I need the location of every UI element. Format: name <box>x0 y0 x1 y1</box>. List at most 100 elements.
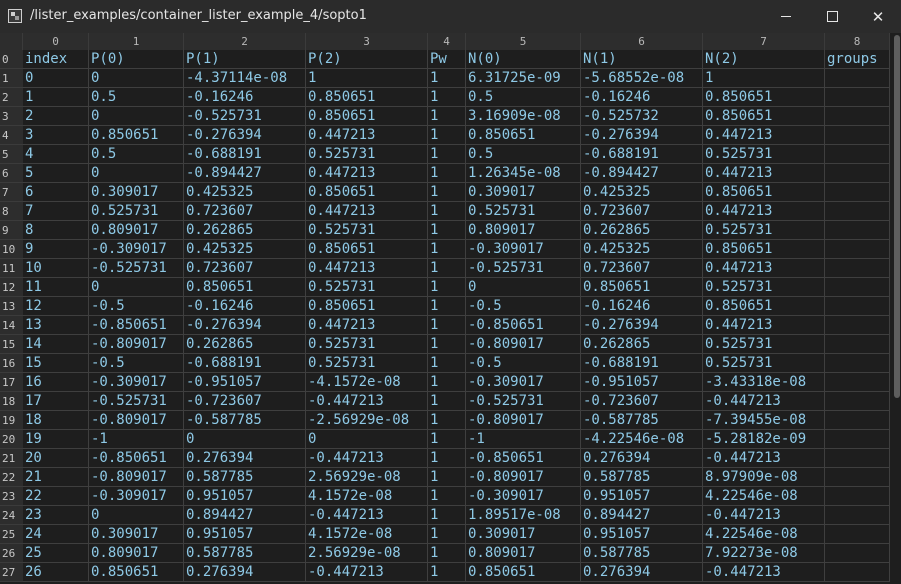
table-cell[interactable]: 0.587785 <box>581 468 703 487</box>
table-cell[interactable]: -0.309017 <box>466 240 581 259</box>
table-cell[interactable]: 0.850651 <box>184 278 306 297</box>
row-header[interactable]: 13 <box>0 297 23 316</box>
table-cell[interactable]: 0.850651 <box>703 88 825 107</box>
table-cell[interactable]: 0.850651 <box>703 297 825 316</box>
row-header[interactable]: 27 <box>0 563 23 582</box>
table-cell[interactable] <box>825 183 890 202</box>
table-cell[interactable]: 0.525731 <box>703 335 825 354</box>
table-cell[interactable]: 5 <box>23 164 89 183</box>
table-cell[interactable]: 1 <box>428 392 466 411</box>
table-cell[interactable]: 16 <box>23 373 89 392</box>
row-header[interactable]: 24 <box>0 506 23 525</box>
table-cell[interactable]: -7.39455e-08 <box>703 411 825 430</box>
table-cell[interactable]: -0.447213 <box>306 506 428 525</box>
table-cell[interactable]: 22 <box>23 487 89 506</box>
table-cell[interactable]: 0 <box>306 430 428 449</box>
row-header[interactable]: 25 <box>0 525 23 544</box>
table-cell[interactable]: -0.276394 <box>581 126 703 145</box>
table-cell[interactable]: 1 <box>428 335 466 354</box>
table-cell[interactable]: -0.447213 <box>703 449 825 468</box>
row-header[interactable]: 17 <box>0 373 23 392</box>
table-cell[interactable] <box>825 164 890 183</box>
table-cell[interactable]: -0.587785 <box>184 411 306 430</box>
table-cell[interactable]: 1 <box>428 316 466 335</box>
close-button[interactable]: ✕ <box>855 0 901 33</box>
table-cell[interactable]: 0.850651 <box>89 126 184 145</box>
table-cell[interactable]: 1 <box>428 449 466 468</box>
table-cell[interactable]: 0.809017 <box>89 221 184 240</box>
table-cell[interactable] <box>825 335 890 354</box>
table-cell[interactable]: -0.850651 <box>466 316 581 335</box>
table-cell[interactable]: 12 <box>23 297 89 316</box>
table-cell[interactable]: 0.425325 <box>184 183 306 202</box>
table-cell[interactable]: -0.309017 <box>89 373 184 392</box>
row-header[interactable]: 0 <box>0 50 23 69</box>
column-header[interactable]: 5 <box>466 33 581 50</box>
table-cell[interactable]: 0.587785 <box>581 544 703 563</box>
row-header[interactable]: 19 <box>0 411 23 430</box>
column-header[interactable]: 1 <box>89 33 184 50</box>
table-cell[interactable]: 1.26345e-08 <box>466 164 581 183</box>
table-cell[interactable]: P(0) <box>89 50 184 69</box>
table-cell[interactable]: -1 <box>89 430 184 449</box>
table-cell[interactable]: 25 <box>23 544 89 563</box>
table-cell[interactable]: 1.89517e-08 <box>466 506 581 525</box>
table-cell[interactable] <box>825 392 890 411</box>
table-cell[interactable]: 0.262865 <box>581 221 703 240</box>
table-cell[interactable]: -0.525731 <box>89 259 184 278</box>
table-cell[interactable]: 0.850651 <box>89 563 184 582</box>
table-cell[interactable]: 0.447213 <box>306 164 428 183</box>
table-cell[interactable]: 0 <box>184 430 306 449</box>
row-header[interactable]: 3 <box>0 107 23 126</box>
table-cell[interactable]: -0.5 <box>466 297 581 316</box>
table-cell[interactable]: 1 <box>428 525 466 544</box>
table-cell[interactable]: -0.809017 <box>89 468 184 487</box>
table-cell[interactable]: 0.5 <box>89 88 184 107</box>
table-cell[interactable]: -0.688191 <box>184 145 306 164</box>
table-cell[interactable]: 4.22546e-08 <box>703 525 825 544</box>
table-cell[interactable]: 0.951057 <box>184 487 306 506</box>
table-cell[interactable]: -2.56929e-08 <box>306 411 428 430</box>
table-cell[interactable]: 0.587785 <box>184 468 306 487</box>
table-cell[interactable]: 0.809017 <box>466 544 581 563</box>
table-cell[interactable]: 0.894427 <box>581 506 703 525</box>
table-cell[interactable]: -0.16246 <box>184 297 306 316</box>
table-cell[interactable]: 0.276394 <box>184 563 306 582</box>
table-cell[interactable]: 6.31725e-09 <box>466 69 581 88</box>
table-cell[interactable]: 7 <box>23 202 89 221</box>
table-cell[interactable]: -0.16246 <box>581 297 703 316</box>
table-cell[interactable]: 1 <box>306 69 428 88</box>
table-cell[interactable]: -0.723607 <box>581 392 703 411</box>
table-cell[interactable]: 20 <box>23 449 89 468</box>
table-cell[interactable]: 0.447213 <box>306 316 428 335</box>
table-cell[interactable]: -0.809017 <box>466 468 581 487</box>
table-cell[interactable]: -0.5 <box>89 297 184 316</box>
table-cell[interactable]: 1 <box>428 259 466 278</box>
row-header[interactable]: 26 <box>0 544 23 563</box>
table-cell[interactable]: 15 <box>23 354 89 373</box>
table-cell[interactable]: -0.809017 <box>89 411 184 430</box>
table-cell[interactable] <box>825 525 890 544</box>
table-cell[interactable]: groups <box>825 50 890 69</box>
row-header[interactable]: 7 <box>0 183 23 202</box>
table-cell[interactable]: P(2) <box>306 50 428 69</box>
table-cell[interactable] <box>825 354 890 373</box>
table-cell[interactable]: 1 <box>428 69 466 88</box>
table-cell[interactable]: 21 <box>23 468 89 487</box>
table-cell[interactable]: 1 <box>428 563 466 582</box>
table-cell[interactable]: 0.723607 <box>581 259 703 278</box>
table-cell[interactable]: 0.723607 <box>184 259 306 278</box>
table-cell[interactable]: 14 <box>23 335 89 354</box>
table-cell[interactable]: 0.525731 <box>306 354 428 373</box>
row-header[interactable]: 21 <box>0 449 23 468</box>
table-cell[interactable]: 19 <box>23 430 89 449</box>
table-cell[interactable] <box>825 373 890 392</box>
table-cell[interactable]: 4.1572e-08 <box>306 525 428 544</box>
table-cell[interactable]: 13 <box>23 316 89 335</box>
row-header[interactable]: 22 <box>0 468 23 487</box>
table-cell[interactable]: 2.56929e-08 <box>306 544 428 563</box>
table-cell[interactable]: 1 <box>428 468 466 487</box>
table-cell[interactable]: 0 <box>89 69 184 88</box>
row-header[interactable]: 15 <box>0 335 23 354</box>
table-cell[interactable]: 0.850651 <box>466 563 581 582</box>
